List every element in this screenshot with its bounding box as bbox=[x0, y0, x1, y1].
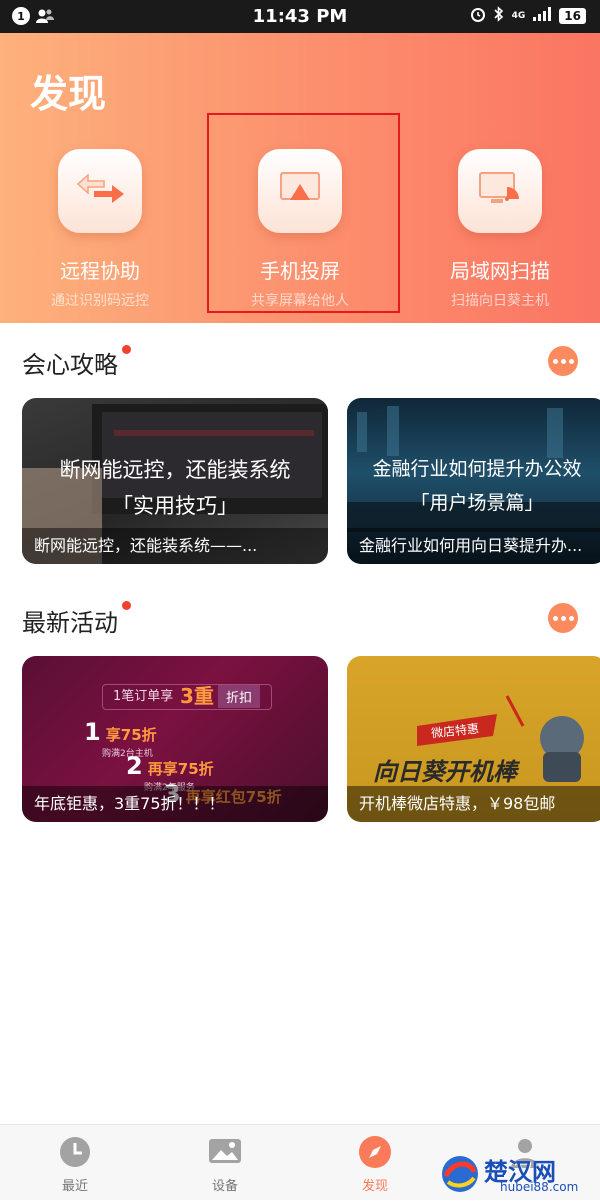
lan-scan-title: 局域网扫描 bbox=[450, 259, 550, 283]
lan-scan-tile[interactable] bbox=[458, 149, 542, 233]
remote-swap-icon bbox=[74, 171, 126, 211]
network-type: 4G bbox=[511, 11, 526, 21]
guide-card-headline: 断网能远控，还能装系统 bbox=[59, 458, 291, 482]
lan-scan-subtitle: 扫描向日葵主机 bbox=[451, 293, 549, 309]
clock-icon bbox=[58, 1135, 92, 1169]
guide-card-caption: 金融行业如何用向日葵提升办... bbox=[347, 528, 600, 564]
tier-number: 2 bbox=[126, 752, 143, 780]
tab-devices[interactable]: 设备 bbox=[150, 1125, 300, 1201]
more-dot-icon bbox=[552, 615, 558, 621]
more-dot-icon bbox=[568, 358, 574, 364]
remote-assist-tile[interactable] bbox=[58, 149, 142, 233]
remote-assist-button[interactable]: 远程协助 通过识别码远控 bbox=[0, 149, 200, 310]
compass-icon bbox=[358, 1135, 392, 1169]
lan-scan-icon bbox=[477, 169, 523, 213]
guide-card-tag: 「用户场景篇」 bbox=[410, 492, 544, 514]
more-dot-icon bbox=[552, 358, 558, 364]
tab-discover[interactable]: 发现 bbox=[300, 1125, 450, 1201]
guide-card-remote-offline[interactable]: 断网能远控，还能装系统 「实用技巧」 断网能远控，还能装系统——... bbox=[22, 398, 328, 564]
promo-banner-big: 3重 bbox=[180, 684, 214, 708]
tier-main: 再享75折 bbox=[147, 760, 214, 778]
screen-cast-highlight-box bbox=[207, 113, 400, 313]
more-dot-icon bbox=[560, 615, 566, 621]
watermark-logo-icon bbox=[442, 1156, 478, 1192]
page-title: 发现 bbox=[30, 72, 107, 116]
activity-card-boot-stick[interactable]: 微店特惠 向日葵开机棒 开机棒微店特惠，￥98包邮 bbox=[347, 656, 600, 822]
activity-card-caption: 开机棒微店特惠，￥98包邮 bbox=[347, 786, 600, 822]
device-image-icon bbox=[208, 1135, 242, 1169]
remote-assist-subtitle: 通过识别码远控 bbox=[51, 293, 149, 309]
guides-section-title: 会心攻略 bbox=[22, 351, 118, 379]
bluetooth-icon bbox=[494, 6, 504, 26]
battery-indicator: 16 bbox=[559, 8, 586, 24]
tier-number: 1 bbox=[84, 718, 101, 746]
promo-banner-tag: 折扣 bbox=[218, 685, 261, 708]
signal-icon bbox=[533, 7, 552, 25]
alarm-icon bbox=[470, 6, 486, 26]
tier-main: 享75折 bbox=[105, 726, 157, 744]
more-dot-icon bbox=[568, 615, 574, 621]
activity-card-year-end[interactable]: 1笔订单享 3重 折扣 1 享75折 购满2台主机 2 再享75折 购满2年服务… bbox=[22, 656, 328, 822]
activity-card-caption: 年底钜惠，3重75折！！！ bbox=[22, 786, 328, 822]
guide-card-tag: 「实用技巧」 bbox=[112, 494, 238, 518]
guides-unread-dot bbox=[122, 345, 131, 354]
more-dot-icon bbox=[560, 358, 566, 364]
activities-unread-dot bbox=[122, 601, 131, 610]
tab-label: 发现 bbox=[361, 1179, 388, 1194]
remote-assist-title: 远程协助 bbox=[60, 259, 140, 283]
guides-more-button[interactable] bbox=[548, 346, 578, 376]
promo-headline: 向日葵开机棒 bbox=[373, 758, 517, 786]
guide-card-finance[interactable]: 金融行业如何提升办公效 「用户场景篇」 金融行业如何用向日葵提升办... bbox=[347, 398, 600, 564]
tab-recent[interactable]: 最近 bbox=[0, 1125, 150, 1201]
tab-label: 最近 bbox=[61, 1179, 88, 1194]
lan-scan-button[interactable]: 局域网扫描 扫描向日葵主机 bbox=[400, 149, 600, 310]
activities-section-title: 最新活动 bbox=[22, 609, 118, 637]
status-bar: 1 11:43 PM 4G 16 bbox=[0, 0, 600, 33]
tab-label: 设备 bbox=[211, 1179, 238, 1194]
watermark-url: hubei88.com bbox=[500, 1180, 579, 1194]
discover-header: 发现 远程协助 通过识别码远控 手机投屏 共享屏幕给他人 局域网扫描 扫描向日葵… bbox=[0, 33, 600, 323]
promo-banner-line: 1笔订单享 bbox=[113, 689, 174, 704]
guide-card-headline: 金融行业如何提升办公效 bbox=[372, 458, 582, 480]
activities-more-button[interactable] bbox=[548, 603, 578, 633]
guide-card-caption: 断网能远控，还能装系统——... bbox=[22, 528, 328, 564]
site-watermark: 楚汉网 hubei88.com bbox=[440, 1152, 598, 1198]
